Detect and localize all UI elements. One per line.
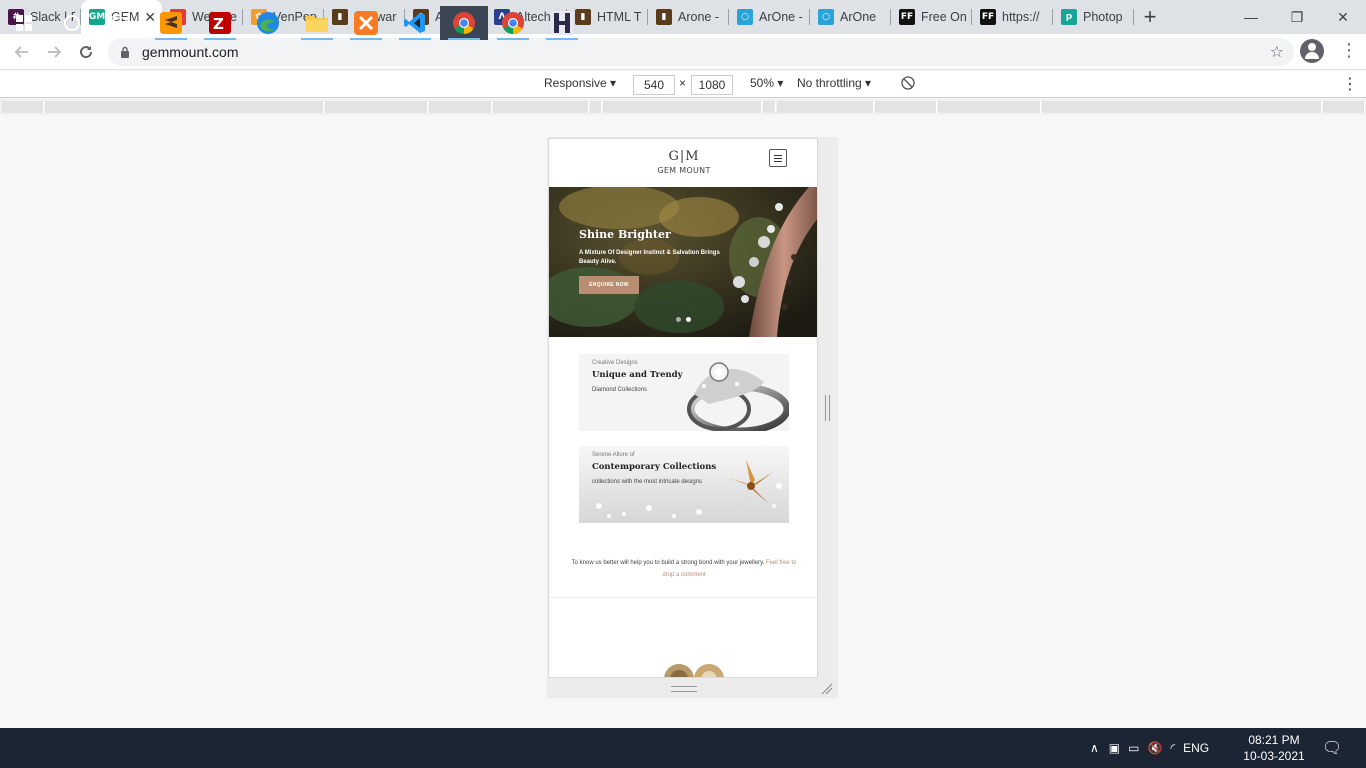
bookmark-star-icon[interactable]: ☆ <box>1270 42 1284 62</box>
ff-icon: FF <box>899 9 915 25</box>
browser-tab[interactable]: FF https:// <box>972 0 1053 34</box>
zoom-label: 50% <box>750 76 775 90</box>
back-button[interactable] <box>6 38 38 66</box>
dimension-separator: × <box>679 76 687 90</box>
clock[interactable]: 08:21 PM 10-03-2021 <box>1240 732 1308 764</box>
tab-label: ArOne <box>840 10 877 24</box>
hero-title: Shine Brighter <box>579 228 671 241</box>
device-resize-corner-icon[interactable] <box>820 682 834 696</box>
collection-card-diamond[interactable]: Creative Designs Unique and Trendy Diamo… <box>579 354 789 431</box>
notification-icon[interactable]: 🗨 <box>1322 728 1342 768</box>
device-resize-handle-bottom[interactable] <box>671 686 697 692</box>
url-text[interactable]: gemmount.com <box>142 44 238 60</box>
clock-time: 08:21 PM <box>1248 733 1300 747</box>
windows-logo-icon <box>16 15 32 31</box>
system-tray: ∧ ▣ ▭ 🔇 ◜ ENG <box>1090 728 1209 768</box>
card-subtitle: Diamond Collections <box>592 387 648 393</box>
arrow-left-icon <box>14 45 28 58</box>
enquire-now-button[interactable]: ENQUIRE NOW <box>579 276 639 294</box>
lock-icon[interactable] <box>118 45 132 59</box>
card-title: Unique and Trendy <box>592 370 683 380</box>
about-text: To know us better will help you to build… <box>569 557 799 581</box>
slider-dot-2[interactable] <box>686 317 691 322</box>
slider-dot-1[interactable] <box>676 317 681 322</box>
file-explorer-icon[interactable] <box>293 6 341 40</box>
browser-tab[interactable]: ○ ArOne <box>810 0 891 34</box>
section-divider <box>549 597 817 598</box>
browser-tab[interactable]: ▮ Arone - <box>648 0 729 34</box>
hero-subtitle: A Mixture Of Designer Instinct & Salvati… <box>579 250 720 265</box>
wifi-icon[interactable]: ◜ <box>1170 741 1175 755</box>
reload-icon <box>80 45 93 58</box>
task-view-icon <box>111 16 129 30</box>
browser-tab[interactable]: ○ ArOne - <box>729 0 810 34</box>
device-select[interactable]: Responsive ▾ <box>544 76 616 90</box>
tab-label: Photop <box>1083 10 1123 24</box>
arrow-right-icon <box>48 45 62 58</box>
hero-slider: Shine Brighter A Mixture Of Designer Ins… <box>549 187 817 337</box>
profile-avatar-icon[interactable] <box>1300 39 1324 63</box>
tab-label: Arone - <box>678 10 719 24</box>
address-bar[interactable]: gemmount.com ☆ <box>108 38 1294 66</box>
forward-button[interactable] <box>38 38 70 66</box>
site-icon: ▮ <box>656 9 672 25</box>
clock-date: 10-03-2021 <box>1243 749 1305 763</box>
tab-label: HTML T <box>597 10 642 24</box>
card-kicker: Creative Designs <box>592 360 638 366</box>
throttling-label: No throttling <box>797 76 862 90</box>
chrome-icon[interactable] <box>489 6 537 40</box>
collection-card-contemporary[interactable]: Serene Allure of Contemporary Collection… <box>579 446 789 523</box>
filezilla-icon[interactable]: Z <box>196 6 244 40</box>
tab-label: https:// <box>1002 10 1040 24</box>
viewport-height-input[interactable] <box>691 75 733 95</box>
close-window-button[interactable]: ✕ <box>1320 0 1366 34</box>
tab-label: ArOne - <box>759 10 803 24</box>
arone-icon: ○ <box>737 9 753 25</box>
throttling-select[interactable]: No throttling ▾ <box>797 76 871 90</box>
battery-icon[interactable]: ▭ <box>1128 741 1139 755</box>
xampp-icon[interactable] <box>342 6 390 40</box>
volume-muted-icon[interactable]: 🔇 <box>1147 741 1162 755</box>
minimize-button[interactable]: — <box>1228 0 1274 34</box>
hamburger-menu-icon[interactable] <box>769 149 787 167</box>
rotate-icon[interactable] <box>900 75 916 94</box>
logo-name: GEM MOUNT <box>657 166 711 175</box>
edge-icon[interactable] <box>244 6 292 40</box>
language-indicator[interactable]: ENG <box>1183 741 1209 755</box>
device-toolbar-menu-icon[interactable]: ⋮ <box>1342 74 1358 94</box>
tray-expand-icon[interactable]: ∧ <box>1090 741 1099 755</box>
about-body: To know us better will help you to build… <box>571 560 765 566</box>
browser-menu-icon[interactable]: ⋮ <box>1340 40 1358 61</box>
browser-tab[interactable]: p Photop <box>1053 0 1134 34</box>
device-select-label: Responsive <box>544 76 607 90</box>
svg-text:Z: Z <box>213 15 224 33</box>
meet-now-icon[interactable]: ▣ <box>1109 741 1120 755</box>
new-tab-button[interactable]: + <box>1134 0 1166 34</box>
zoom-select[interactable]: 50% ▾ <box>750 76 783 90</box>
reload-button[interactable] <box>70 38 102 66</box>
card-title: Contemporary Collections <box>592 462 717 472</box>
restore-button[interactable]: ❐ <box>1274 0 1320 34</box>
chrome-icon[interactable] <box>440 6 488 40</box>
device-resize-handle-right[interactable] <box>825 395 830 421</box>
viewport-width-input[interactable] <box>633 75 675 95</box>
arone-icon: ○ <box>818 9 834 25</box>
device-viewport: G|M GEM MOUNT Shine Brighter A Mixture O… <box>548 138 818 678</box>
media-query-bar[interactable] <box>0 99 1366 115</box>
card-kicker: Serene Allure of <box>592 452 635 458</box>
photopea-icon: p <box>1061 9 1077 25</box>
task-view-button[interactable] <box>96 6 144 40</box>
browser-tab[interactable]: FF Free On <box>891 0 972 34</box>
start-button[interactable] <box>0 6 48 40</box>
vscode-icon[interactable] <box>391 6 439 40</box>
app-icon[interactable] <box>538 6 586 40</box>
ff-icon: FF <box>980 9 996 25</box>
sublime-text-icon[interactable] <box>147 6 195 40</box>
tab-label: Free On <box>921 10 966 24</box>
device-toolbar: Responsive ▾ × 50% ▾ No throttling ▾ ⋮ <box>0 71 1366 98</box>
card-subtitle: collections with the most intricate desi… <box>592 479 703 485</box>
earrings-image <box>664 664 724 677</box>
search-button[interactable] <box>48 6 96 40</box>
search-circle-icon <box>64 15 80 31</box>
